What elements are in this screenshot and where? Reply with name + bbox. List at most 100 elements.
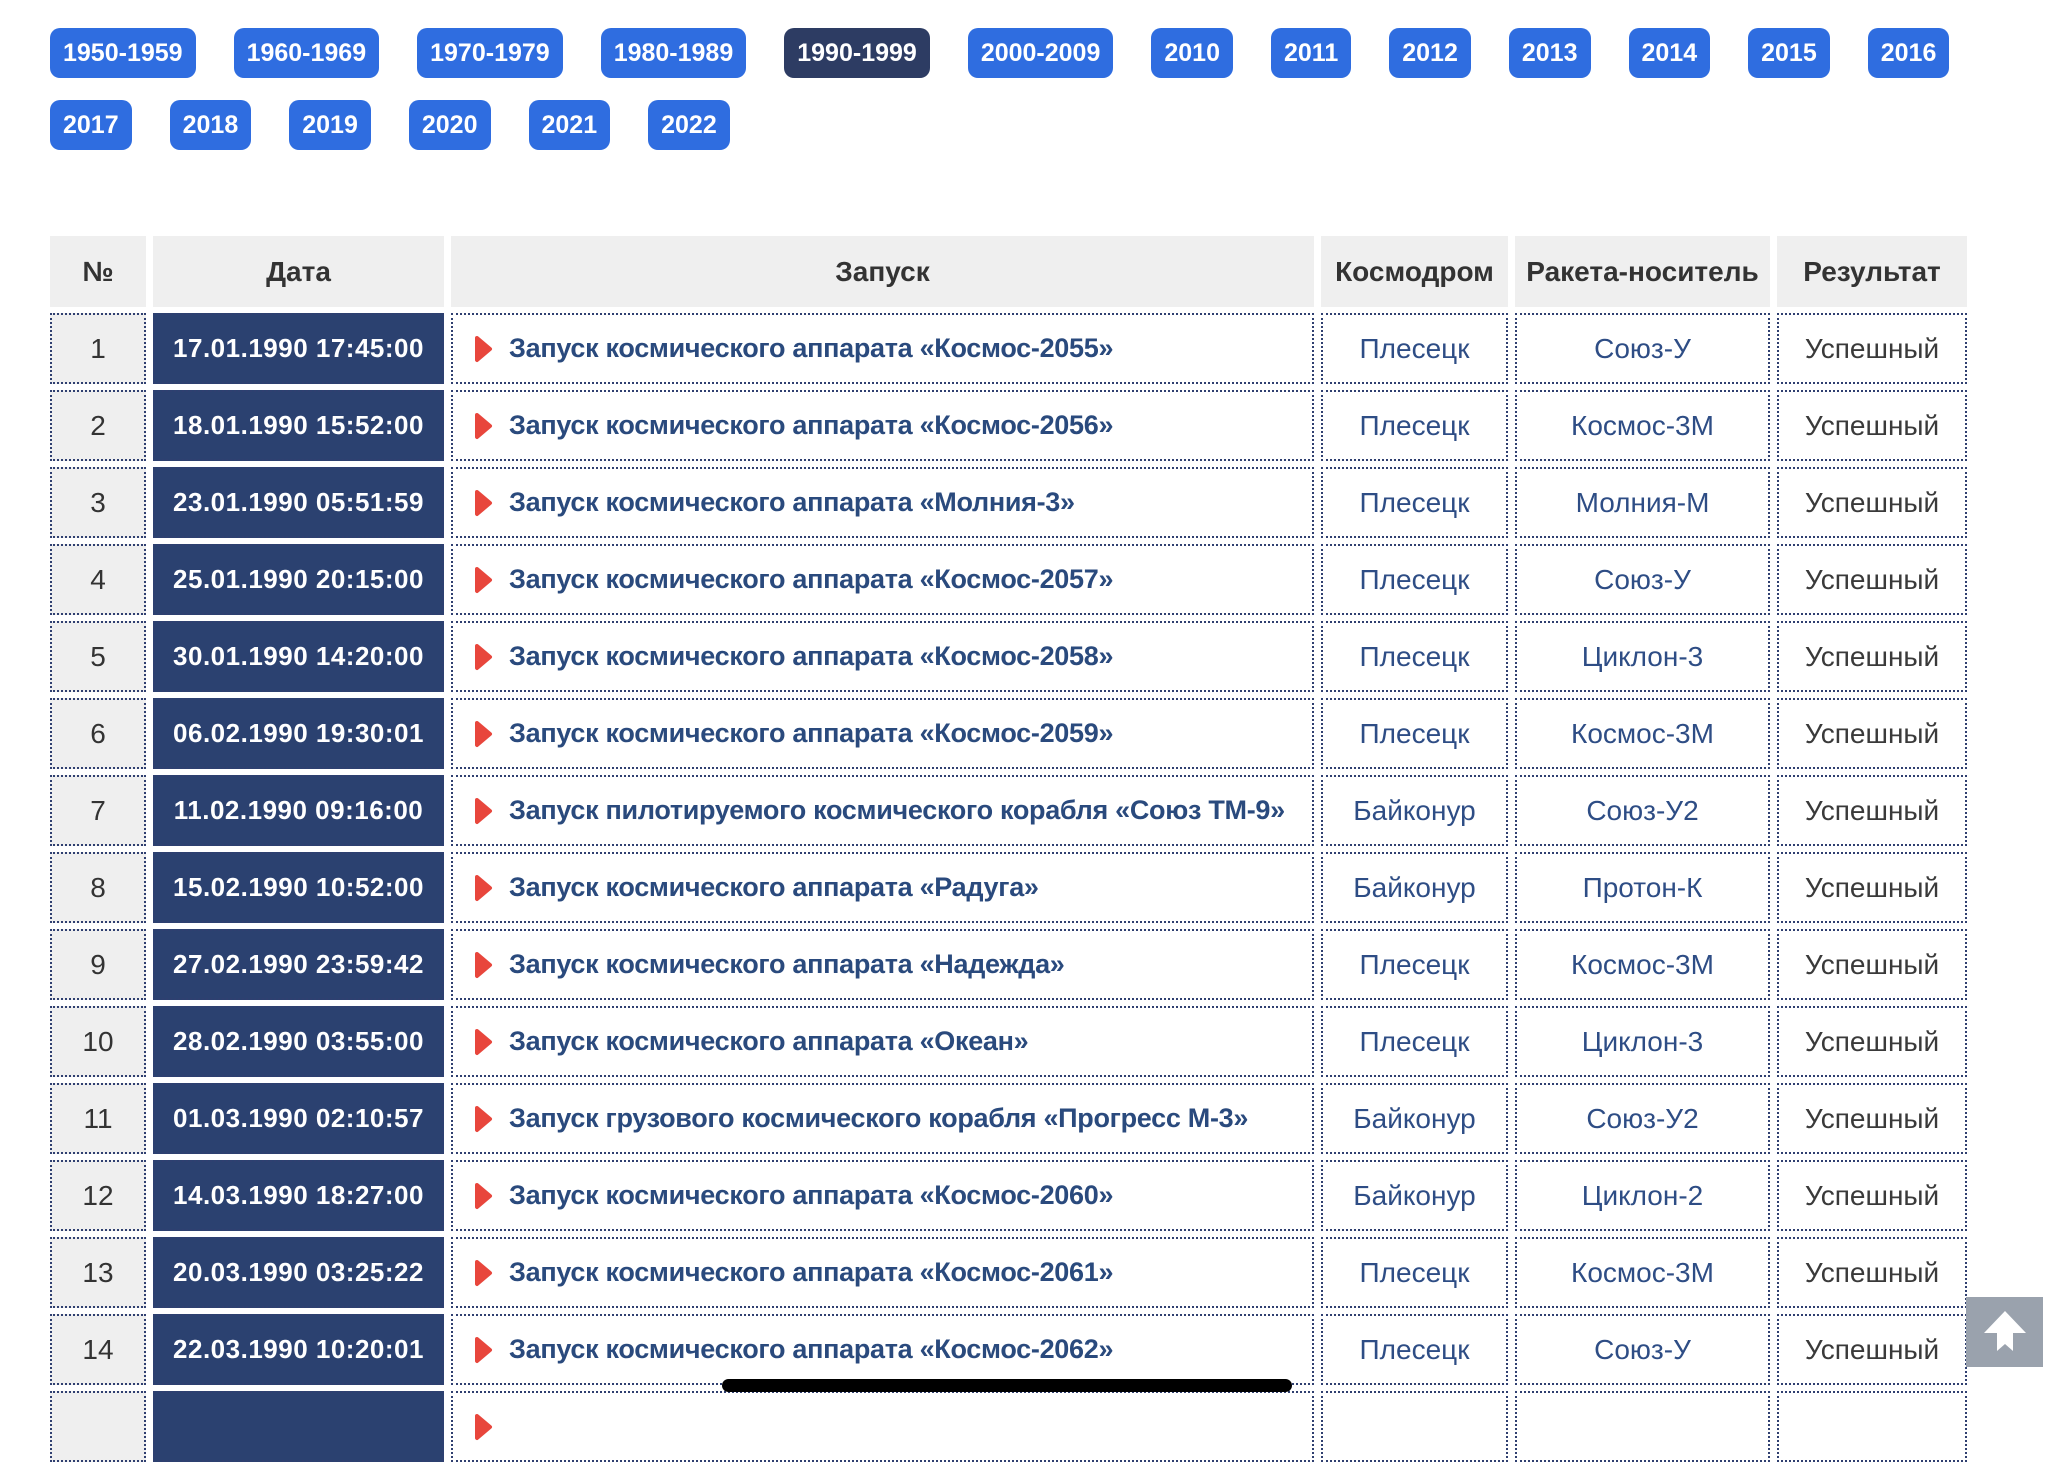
scroll-to-top-button[interactable]: [1966, 1297, 2043, 1367]
play-triangle-icon: [473, 1335, 493, 1365]
launch-date-cell: 25.01.1990 20:15:00: [153, 544, 444, 615]
launch-date-cell: 27.02.1990 23:59:42: [153, 929, 444, 1000]
launch-link[interactable]: Запуск космического аппарата «Космос-205…: [509, 333, 1113, 364]
row-number-cell: 7: [50, 775, 146, 846]
year-filter-2011[interactable]: 2011: [1271, 28, 1352, 78]
launch-date-cell: 23.01.1990 05:51:59: [153, 467, 444, 538]
launch-date-cell: 22.03.1990 10:20:01: [153, 1314, 444, 1385]
launch-cell: Запуск космического аппарата «Космос-205…: [451, 390, 1314, 461]
row-number-cell: 12: [50, 1160, 146, 1231]
year-filter-2020[interactable]: 2020: [408, 100, 491, 150]
play-triangle-icon: [473, 488, 493, 518]
cosmodrome-cell: Плесецк: [1321, 390, 1508, 461]
rocket-cell: Циклон-3: [1515, 621, 1770, 692]
row-number-cell: 5: [50, 621, 146, 692]
launch-link[interactable]: Запуск космического аппарата «Надежда»: [509, 949, 1065, 980]
play-triangle-icon: [473, 796, 493, 826]
play-triangle-icon: [473, 873, 493, 903]
year-filter-2014[interactable]: 2014: [1628, 28, 1711, 78]
result-cell: Успешный: [1777, 852, 1967, 923]
launch-cell: Запуск космического аппарата «Молния-3»: [451, 467, 1314, 538]
cosmodrome-cell: Плесецк: [1321, 544, 1508, 615]
result-cell: Успешный: [1777, 621, 1967, 692]
row-number-cell: 6: [50, 698, 146, 769]
play-triangle-icon: [473, 565, 493, 595]
year-filter-1970-1979[interactable]: 1970-1979: [417, 28, 563, 78]
rocket-cell: Циклон-2: [1515, 1160, 1770, 1231]
row-number-cell: 13: [50, 1237, 146, 1308]
launch-link[interactable]: Запуск пилотируемого космического корабл…: [509, 795, 1285, 826]
year-filter-2015[interactable]: 2015: [1748, 28, 1830, 78]
column-header-date: Дата: [153, 236, 444, 307]
year-filter-label: 1990-1999: [797, 38, 917, 67]
cosmodrome-cell: Плесецк: [1321, 1006, 1508, 1077]
launch-link[interactable]: Запуск космического аппарата «Космос-206…: [509, 1257, 1113, 1288]
launch-date-cell: 14.03.1990 18:27:00: [153, 1160, 444, 1231]
year-filter-2021[interactable]: 2021: [528, 100, 611, 150]
launch-cell: [451, 1391, 1314, 1462]
year-filter-1950-1959[interactable]: 1950-1959: [50, 28, 196, 78]
year-filter-2019[interactable]: 2019: [289, 100, 371, 150]
rocket-cell: Союз-У2: [1515, 775, 1770, 846]
year-filter-1960-1969[interactable]: 1960-1969: [233, 28, 380, 78]
year-filter-1980-1989[interactable]: 1980-1989: [600, 28, 747, 78]
play-triangle-icon: [473, 411, 493, 441]
year-filter-label: 2012: [1402, 38, 1458, 67]
rocket-cell: Союз-У: [1515, 313, 1770, 384]
launch-link[interactable]: Запуск космического аппарата «Космос-205…: [509, 564, 1113, 595]
year-filter-2012[interactable]: 2012: [1389, 28, 1471, 78]
launch-date-cell: 11.02.1990 09:16:00: [153, 775, 444, 846]
launch-cell: Запуск космического аппарата «Космос-206…: [451, 1237, 1314, 1308]
row-number-cell: 4: [50, 544, 146, 615]
rocket-cell: Циклон-3: [1515, 1006, 1770, 1077]
play-triangle-icon: [473, 1412, 493, 1442]
row-number-cell: 14: [50, 1314, 146, 1385]
year-filter-1990-1999[interactable]: 1990-1999: [784, 28, 930, 78]
year-filter-2010[interactable]: 2010: [1151, 28, 1233, 78]
row-number-cell: 8: [50, 852, 146, 923]
result-cell: Успешный: [1777, 467, 1967, 538]
launch-link[interactable]: Запуск космического аппарата «Океан»: [509, 1026, 1029, 1057]
year-filter-2022[interactable]: 2022: [648, 100, 730, 150]
launch-link[interactable]: Запуск грузового космического корабля «П…: [509, 1103, 1248, 1134]
launch-date-cell: 18.01.1990 15:52:00: [153, 390, 444, 461]
launch-link[interactable]: Запуск космического аппарата «Космос-205…: [509, 641, 1113, 672]
launch-date-cell: 06.02.1990 19:30:01: [153, 698, 444, 769]
year-filter-label: 2014: [1641, 38, 1698, 67]
row-number-cell: 3: [50, 467, 146, 538]
year-filter-label: 1960-1969: [246, 38, 367, 67]
column-header-result: Результат: [1777, 236, 1967, 307]
launch-date-cell: 20.03.1990 03:25:22: [153, 1237, 444, 1308]
launch-link[interactable]: Запуск космического аппарата «Космос-206…: [509, 1334, 1113, 1365]
rocket-cell: Космос-3М: [1515, 929, 1770, 1000]
column-header-cosmodrome: Космодром: [1321, 236, 1508, 307]
launch-date-cell: 01.03.1990 02:10:57: [153, 1083, 444, 1154]
launch-link[interactable]: Запуск космического аппарата «Космос-205…: [509, 410, 1113, 441]
year-filter-2013[interactable]: 2013: [1508, 28, 1591, 78]
year-filter-label: 2020: [421, 110, 478, 139]
rocket-cell: [1515, 1391, 1770, 1462]
launch-date-cell: 28.02.1990 03:55:00: [153, 1006, 444, 1077]
launch-link[interactable]: Запуск космического аппарата «Радуга»: [509, 872, 1039, 903]
result-cell: Успешный: [1777, 775, 1967, 846]
year-filter-2017[interactable]: 2017: [50, 100, 132, 150]
year-filter-2000-2009[interactable]: 2000-2009: [967, 28, 1114, 78]
play-triangle-icon: [473, 642, 493, 672]
launch-cell: Запуск космического аппарата «Надежда»: [451, 929, 1314, 1000]
launch-date-cell: 15.02.1990 10:52:00: [153, 852, 444, 923]
cosmodrome-cell: Байконур: [1321, 1083, 1508, 1154]
launch-date-cell: [153, 1391, 444, 1462]
launch-link[interactable]: Запуск космического аппарата «Молния-3»: [509, 487, 1075, 518]
launch-cell: Запуск пилотируемого космического корабл…: [451, 775, 1314, 846]
launch-date-cell: 30.01.1990 14:20:00: [153, 621, 444, 692]
play-triangle-icon: [473, 334, 493, 364]
row-number-cell: [50, 1391, 146, 1462]
year-filter-2016[interactable]: 2016: [1867, 28, 1950, 78]
launch-link[interactable]: Запуск космического аппарата «Космос-205…: [509, 718, 1113, 749]
launch-link[interactable]: Запуск космического аппарата «Космос-206…: [509, 1180, 1113, 1211]
launch-cell: Запуск космического аппарата «Космос-205…: [451, 698, 1314, 769]
year-filter-label: 2013: [1521, 38, 1578, 67]
year-filter-label: 2018: [182, 110, 239, 139]
year-filter-2018[interactable]: 2018: [169, 100, 252, 150]
play-triangle-icon: [473, 1258, 493, 1288]
